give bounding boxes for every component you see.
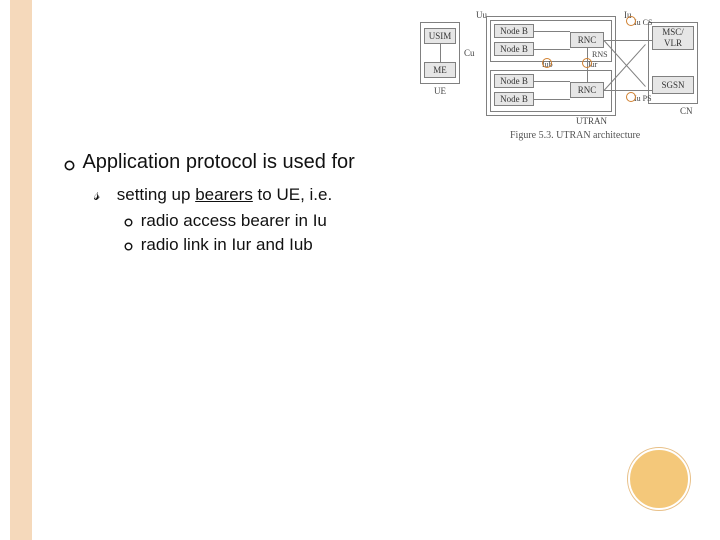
me-box: ME (424, 62, 456, 78)
nodeb-bot-1: Node B (494, 74, 534, 88)
iups-text: Iu PS (634, 94, 652, 103)
l3a-text: radio access bearer in Iu (141, 211, 327, 230)
bullet-level-2: 𝓈 setting up bearers to UE, i.e. (94, 183, 460, 207)
iups-line (604, 90, 652, 91)
iucs-label: Iu CS (634, 18, 652, 27)
sgsn-box: SGSN (652, 76, 694, 94)
iups-label: Iu PS (634, 94, 652, 103)
nodeb-bot-2: Node B (494, 92, 534, 106)
bullet-icon (120, 209, 136, 233)
iucs-line (604, 40, 652, 41)
l2-underlined: bearers (195, 185, 253, 204)
bullet-icon (60, 149, 78, 177)
iups-marker (626, 92, 636, 102)
slide-text: Application protocol is used for 𝓈 setti… (60, 148, 460, 257)
l2-pre: setting up (117, 185, 195, 204)
bullet-level-3: radio link in Iur and Iub (120, 233, 460, 257)
bullet-level-1: Application protocol is used for (60, 148, 460, 177)
bullet-level-3: radio access bearer in Iu (120, 209, 460, 233)
iub-marker (542, 58, 552, 68)
utran-label: UTRAN (576, 116, 607, 126)
iub-line-t1 (534, 31, 570, 32)
nodeb-top-1: Node B (494, 24, 534, 38)
l2-post: to UE, i.e. (253, 185, 332, 204)
iub-line-t2 (534, 49, 570, 50)
iucs-text: Iu CS (634, 18, 652, 27)
usim-box: USIM (424, 28, 456, 44)
msc-box: MSC/ VLR (652, 26, 694, 50)
decorative-circle-icon (628, 448, 690, 510)
cu-line (440, 44, 441, 62)
script-bullet-icon: 𝓈 (94, 183, 112, 207)
accent-stripe (10, 0, 32, 540)
cu-label: Cu (464, 48, 475, 58)
bullet-icon (120, 233, 136, 257)
rnc-top: RNC (570, 32, 604, 48)
iucs-marker (626, 16, 636, 26)
utran-architecture-diagram: USIM ME Cu UE Uu Node B Node B RNC RNS N… (420, 8, 700, 148)
diagram-caption: Figure 5.3. UTRAN architecture (510, 130, 640, 141)
iub-line-b2 (534, 99, 570, 100)
ue-label: UE (434, 86, 446, 96)
rns-label-top: RNS (592, 50, 608, 59)
l1-text: Application protocol is used for (82, 151, 354, 173)
cn-label: CN (680, 106, 693, 116)
nodeb-top-2: Node B (494, 42, 534, 56)
iur-marker (582, 58, 592, 68)
iub-line-b1 (534, 81, 570, 82)
rnc-bot: RNC (570, 82, 604, 98)
l3b-text: radio link in Iur and Iub (141, 235, 313, 254)
